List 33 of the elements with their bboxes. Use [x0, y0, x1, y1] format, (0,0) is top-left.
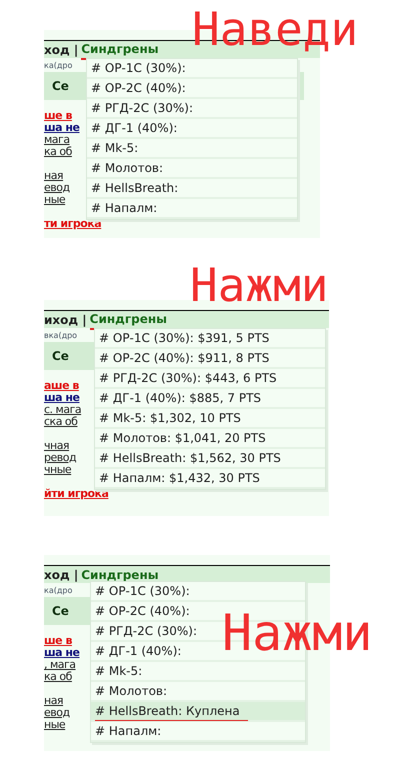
caption-text: ка(дро [44, 586, 72, 595]
nav-link[interactable]: ка об [44, 670, 72, 683]
nav-link[interactable]: ска об [44, 415, 78, 428]
caption-text: ка(дро [44, 61, 72, 70]
section-heading: Се [52, 79, 69, 93]
nav-link[interactable]: ревод [44, 451, 76, 464]
nav-link[interactable]: , мага [44, 658, 76, 671]
nav-link[interactable]: евод [44, 706, 70, 719]
menu-item[interactable]: # HellsBreath: Куплена [91, 702, 305, 722]
nav-link[interactable]: ход | [44, 40, 78, 58]
nav-link[interactable]: иход | [44, 310, 87, 328]
nav-link[interactable]: ша не [44, 391, 80, 404]
section-heading: Се [52, 349, 69, 363]
nav-link[interactable]: ход | [44, 566, 78, 584]
nav-link[interactable]: чная [44, 439, 70, 452]
nav-link[interactable]: чные [44, 463, 72, 476]
nav-link[interactable]: евод [44, 181, 70, 194]
nav-link[interactable]: ка об [44, 145, 72, 158]
nav-link[interactable]: ше в [44, 109, 72, 122]
nav-link[interactable]: ная [44, 694, 64, 707]
nav-tab[interactable]: Синдгрены [81, 566, 159, 584]
nav-link[interactable]: ная [44, 169, 64, 182]
nav-link[interactable]: ша не [44, 646, 80, 659]
nav-link[interactable]: ша не [44, 121, 80, 134]
nav-link[interactable]: с. мага [44, 403, 82, 416]
nav-link[interactable]: аше в [44, 379, 79, 392]
nav-link[interactable]: ше в [44, 634, 72, 647]
nav-link[interactable]: ные [44, 718, 66, 731]
nav-link[interactable]: мага [44, 133, 70, 146]
caption-text: вка(дро [44, 331, 78, 340]
nav-link[interactable]: ные [44, 193, 66, 206]
annotation-caption: Нажми [190, 262, 328, 308]
section-heading: Се [52, 604, 69, 618]
